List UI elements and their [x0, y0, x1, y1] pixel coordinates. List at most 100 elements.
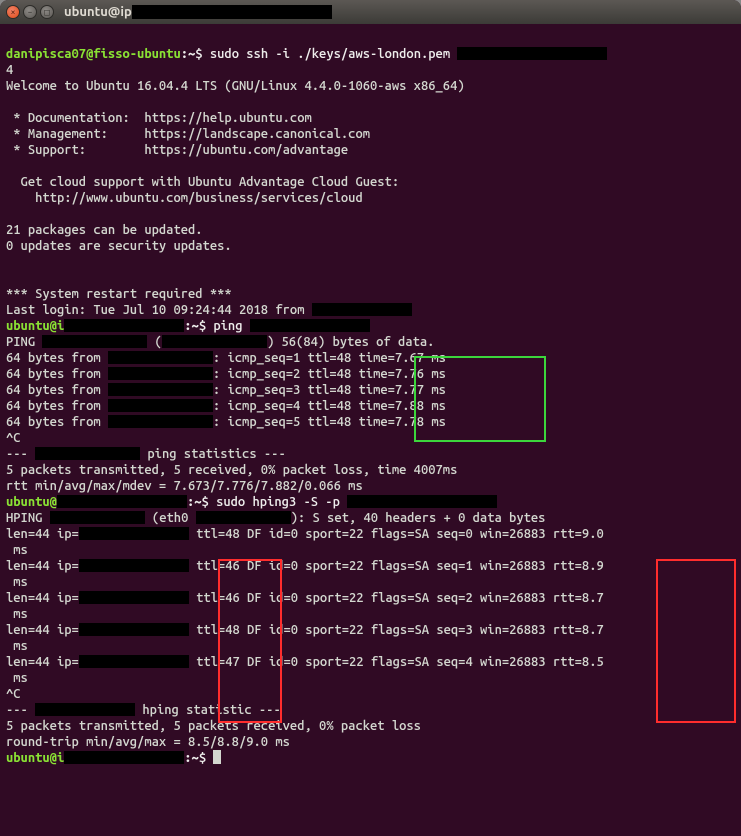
maximize-button[interactable]: □ — [40, 5, 54, 19]
output: 5 packets transmitted, 5 received, 0% pa… — [6, 463, 457, 477]
output: ( — [147, 335, 162, 349]
output: Welcome to Ubuntu 16.04.4 LTS (GNU/Linux… — [6, 79, 465, 93]
output: 21 packages can be updated. — [6, 223, 203, 237]
output: ttl=48 DF id=0 sport=22 flags=SA seq=3 w… — [189, 623, 604, 637]
redacted — [132, 5, 332, 19]
output: ping statistics --- — [140, 447, 286, 461]
redacted — [457, 47, 607, 60]
output: ttl=46 DF id=0 sport=22 flags=SA seq=1 w… — [189, 559, 604, 573]
output: --- — [6, 703, 35, 717]
redacted — [196, 511, 291, 524]
redacted — [79, 591, 189, 604]
output: ms — [6, 607, 28, 621]
output: http://www.ubuntu.com/business/services/… — [6, 191, 363, 205]
output: : icmp_seq=2 ttl=48 time=7.76 ms — [213, 367, 446, 381]
cmd: ping — [213, 319, 249, 333]
prompt-user: danipisca07@fisso-ubuntu — [6, 47, 181, 61]
output: * Management: https://landscape.canonica… — [6, 127, 370, 141]
prompt-sep: : — [184, 319, 191, 333]
redacted — [35, 447, 140, 460]
output: ms — [6, 575, 28, 589]
output: hping statistic --- — [135, 703, 281, 717]
redacted — [108, 415, 213, 428]
prompt-user: ubuntu@i — [6, 319, 64, 333]
redacted — [42, 335, 147, 348]
redacted — [79, 655, 189, 668]
prompt-dollar: $ — [199, 751, 214, 765]
output: ms — [6, 543, 28, 557]
output: ttl=48 DF id=0 sport=22 flags=SA seq=0 w… — [189, 527, 604, 541]
redacted — [347, 495, 497, 508]
prompt-dollar: $ — [202, 495, 217, 509]
window-button-group: × – □ — [6, 5, 54, 19]
output: ^C — [6, 687, 21, 701]
redacted — [108, 399, 213, 412]
redacted — [57, 495, 187, 508]
output: --- — [6, 447, 35, 461]
prompt-user: ubuntu@i — [6, 751, 64, 765]
output: len=44 ip= — [6, 655, 79, 669]
prompt-dollar: $ — [195, 47, 210, 61]
redacted — [79, 527, 189, 540]
output: round-trip min/avg/max = 8.5/8.8/9.0 ms — [6, 735, 290, 749]
title-user: ubuntu@ip — [64, 5, 132, 19]
redacted — [79, 559, 189, 572]
cmd: sudo ssh -i ./keys/aws-london.pem — [210, 47, 458, 61]
output: len=44 ip= — [6, 527, 79, 541]
redacted — [35, 703, 135, 716]
output: 0 updates are security updates. — [6, 239, 232, 253]
redacted — [162, 335, 267, 348]
output: ms — [6, 671, 28, 685]
redacted — [108, 383, 213, 396]
output: * Documentation: https://help.ubuntu.com — [6, 111, 312, 125]
redacted — [64, 319, 184, 332]
redacted — [312, 303, 412, 316]
prompt-path: ~ — [192, 751, 199, 765]
output: 64 bytes from — [6, 415, 108, 429]
prompt-path: ~ — [194, 495, 201, 509]
output: len=44 ip= — [6, 591, 79, 605]
cmd: sudo hping3 -S -p — [216, 495, 347, 509]
output: 64 bytes from — [6, 399, 108, 413]
output: : icmp_seq=4 ttl=48 time=7.88 ms — [213, 399, 446, 413]
prompt-sep: : — [184, 751, 191, 765]
redacted — [250, 319, 370, 332]
minimize-button[interactable]: – — [23, 5, 37, 19]
output: 64 bytes from — [6, 351, 108, 365]
output: PING — [6, 335, 42, 349]
output: ): S set, 40 headers + 0 data bytes — [291, 511, 546, 525]
output: (eth0 — [145, 511, 196, 525]
prompt-path: ~ — [192, 319, 199, 333]
prompt-sep: : — [181, 47, 188, 61]
output: : icmp_seq=1 ttl=48 time=7.67 ms — [213, 351, 446, 365]
output: ttl=46 DF id=0 sport=22 flags=SA seq=2 w… — [189, 591, 604, 605]
output: *** System restart required *** — [6, 287, 232, 301]
output: 4 — [6, 63, 13, 77]
output: ^C — [6, 431, 21, 445]
output: Get cloud support with Ubuntu Advantage … — [6, 175, 399, 189]
output: ms — [6, 639, 28, 653]
maximize-icon: □ — [44, 8, 49, 17]
output: : icmp_seq=5 ttl=48 time=7.78 ms — [213, 415, 446, 429]
close-icon: × — [10, 8, 15, 17]
output: rtt min/avg/max/mdev = 7.673/7.776/7.882… — [6, 479, 363, 493]
output: ttl=47 DF id=0 sport=22 flags=SA seq=4 w… — [189, 655, 604, 669]
output: ) 56(84) bytes of data. — [267, 335, 434, 349]
output: Last login: Tue Jul 10 09:24:44 2018 fro… — [6, 303, 312, 317]
output: len=44 ip= — [6, 623, 79, 637]
cursor — [213, 750, 221, 764]
minimize-icon: – — [27, 8, 32, 17]
terminal-body[interactable]: danipisca07@fisso-ubuntu:~$ sudo ssh -i … — [0, 24, 741, 788]
output: * Support: https://ubuntu.com/advantage — [6, 143, 348, 157]
redacted — [108, 367, 213, 380]
output: HPING — [6, 511, 50, 525]
redacted — [79, 623, 189, 636]
prompt-user: ubuntu@ — [6, 495, 57, 509]
close-button[interactable]: × — [6, 5, 20, 19]
title-bar[interactable]: × – □ ubuntu@ip — [0, 0, 741, 24]
output: 64 bytes from — [6, 367, 108, 381]
terminal-window: × – □ ubuntu@ip danipisca07@fisso-ubuntu… — [0, 0, 741, 836]
redacted — [64, 751, 184, 764]
window-title: ubuntu@ip — [64, 5, 332, 19]
output: : icmp_seq=3 ttl=48 time=7.77 ms — [213, 383, 446, 397]
